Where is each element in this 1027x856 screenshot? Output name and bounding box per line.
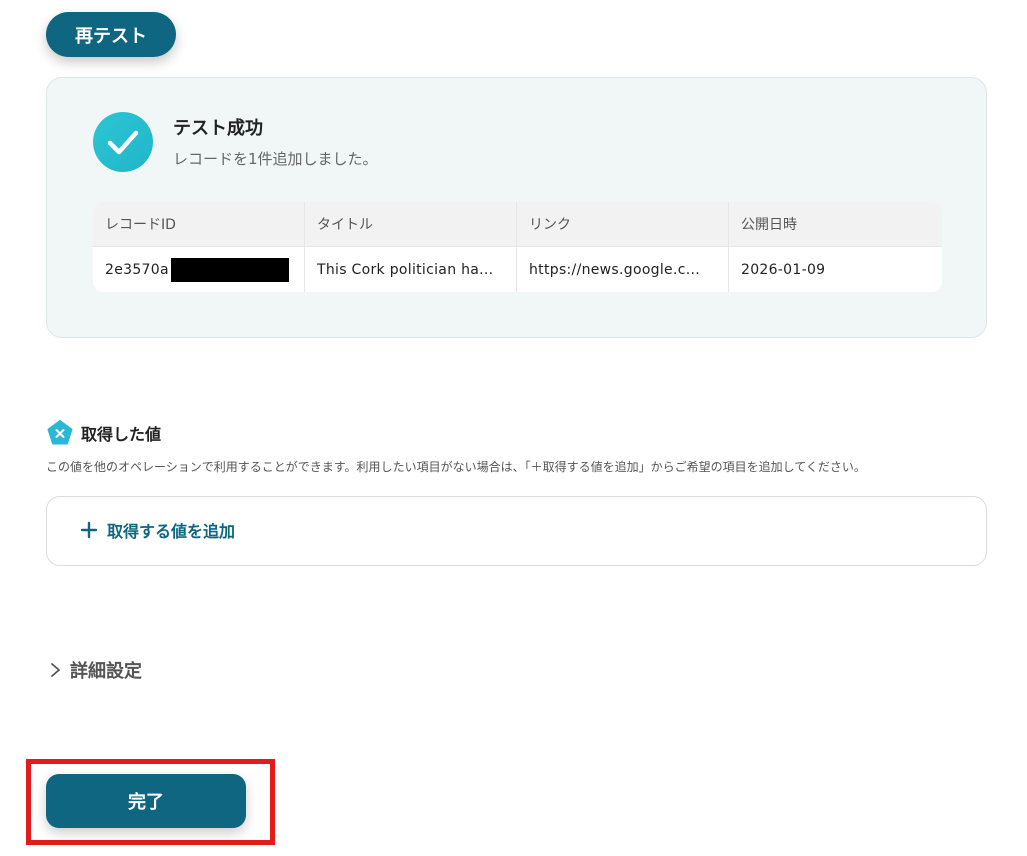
success-title: テスト成功 — [173, 118, 263, 139]
column-header: レコードID — [93, 202, 305, 246]
acquired-values-description: この値を他のオペレーションで利用することができます。利用したい項目がない場合は、… — [46, 460, 866, 474]
record-id-cell: 2e3570a — [93, 247, 305, 292]
column-header: 公開日時 — [741, 217, 797, 233]
add-value-button[interactable]: 取得する値を追加 — [80, 518, 235, 542]
link-cell: https://news.google.c... — [517, 247, 729, 292]
test-result-card: テスト成功 レコードを1件追加しました。 レコードID タイトル リンク 公開日… — [46, 77, 987, 338]
add-value-box: 取得する値を追加 — [46, 496, 987, 566]
column-header: タイトル — [305, 202, 517, 246]
acquired-values-title: 取得した値 — [81, 425, 162, 444]
page: 再テスト テスト成功 レコードを1件追加しました。 レコードID タイトル リン… — [0, 0, 1027, 856]
advanced-settings-toggle[interactable]: 詳細設定 — [48, 657, 142, 683]
column-header: リンク — [517, 202, 729, 246]
published-date-cell: 2026-01-09 — [741, 261, 826, 278]
chevron-right-icon — [51, 663, 60, 677]
record-id-text: 2e3570a — [105, 261, 169, 278]
redaction-bar — [170, 257, 289, 282]
advanced-settings-label: 詳細設定 — [70, 661, 142, 682]
retest-button[interactable]: 再テスト — [46, 12, 176, 57]
success-subtitle: レコードを1件追加しました。 — [173, 150, 378, 168]
table-header-row: レコードID タイトル リンク 公開日時 — [93, 202, 942, 247]
table-row: 2e3570a This Cork politician ha... https… — [93, 247, 942, 292]
add-value-label: 取得する値を追加 — [107, 522, 236, 541]
acquired-values-header: 取得した値 — [47, 420, 161, 446]
title-cell: This Cork politician ha... — [305, 247, 517, 292]
x-badge-icon — [47, 420, 73, 445]
done-button[interactable]: 完了 — [46, 774, 246, 828]
record-table: レコードID タイトル リンク 公開日時 2e3570a This Cork p… — [93, 202, 942, 292]
plus-icon — [80, 521, 98, 539]
check-icon — [93, 112, 153, 172]
